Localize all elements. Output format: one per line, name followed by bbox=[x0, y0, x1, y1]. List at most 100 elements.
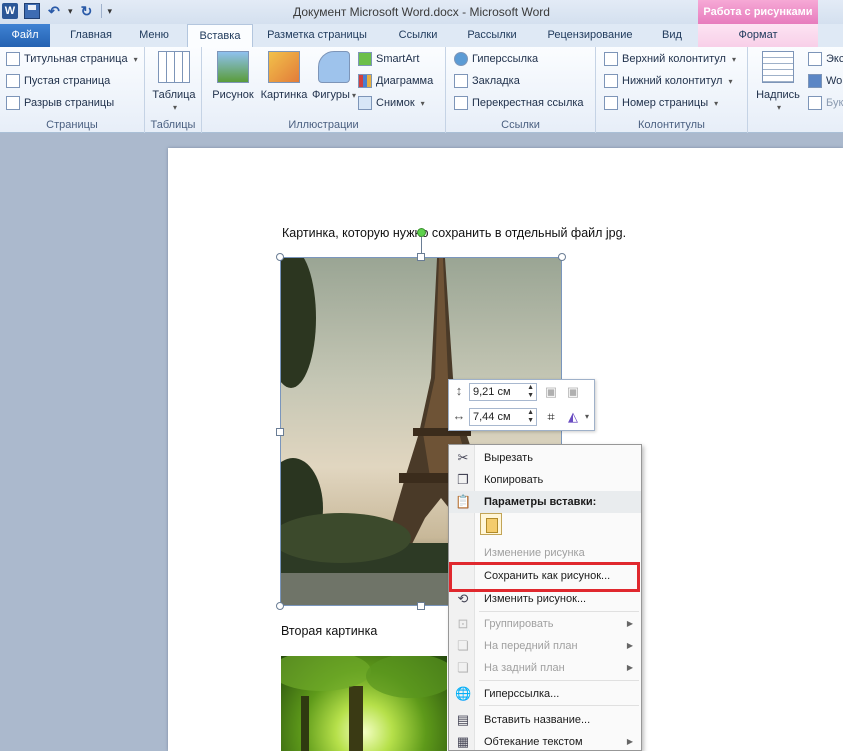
chevron-down-icon: ▾ bbox=[172, 103, 177, 112]
tab-page-layout[interactable]: Разметка страницы bbox=[258, 24, 376, 47]
cross-reference-button[interactable]: Перекрестная ссылка bbox=[454, 96, 584, 110]
chevron-down-icon: ▾ bbox=[420, 98, 425, 108]
smartart-icon bbox=[358, 52, 372, 66]
group-label-tables: Таблицы bbox=[150, 119, 196, 131]
textbox-icon bbox=[762, 51, 794, 83]
cross-reference-icon bbox=[454, 96, 468, 110]
table-button[interactable]: Таблица ▾ bbox=[151, 51, 197, 113]
shapes-button[interactable]: Фигуры ▾ bbox=[312, 51, 356, 101]
submenu-arrow-icon: ▶ bbox=[626, 737, 633, 746]
tab-references[interactable]: Ссылки bbox=[386, 24, 450, 47]
tab-home[interactable]: Главная bbox=[56, 24, 126, 47]
chevron-down-icon: ▾ bbox=[714, 98, 719, 108]
footer-icon bbox=[604, 74, 618, 88]
bring-forward-icon: ▣ bbox=[544, 384, 558, 399]
second-picture[interactable] bbox=[281, 656, 447, 751]
cover-page-icon bbox=[6, 52, 20, 66]
cover-page-button[interactable]: Титульная страница ▾ bbox=[6, 52, 138, 66]
menu-item-text-wrap[interactable]: ▦ Обтекание текстом ▶ bbox=[449, 731, 641, 751]
rotate-handle[interactable] bbox=[417, 228, 426, 237]
group-tables: Таблица ▾ Таблицы bbox=[145, 47, 202, 133]
submenu-arrow-icon: ▶ bbox=[626, 663, 633, 672]
picture-button[interactable]: Рисунок bbox=[208, 51, 258, 101]
tab-file[interactable]: Файл bbox=[0, 24, 50, 47]
tab-format[interactable]: Формат bbox=[698, 24, 818, 47]
group-text: Надпись ▾ Экс Wo Бук bbox=[748, 47, 843, 133]
page-number-icon bbox=[604, 96, 618, 110]
ribbon-tabs: Файл Главная Меню Вставка Разметка стран… bbox=[0, 24, 843, 48]
header-icon bbox=[604, 52, 618, 66]
menu-item-hyperlink[interactable]: 🌐 Гиперссылка... bbox=[449, 683, 641, 705]
bring-to-front-icon: ❏ bbox=[457, 638, 469, 653]
dropcap-button[interactable]: Бук bbox=[808, 96, 843, 110]
menu-item-bring-to-front: ❏ На передний план ▶ bbox=[449, 635, 641, 657]
resize-handle-bottom-left[interactable] bbox=[276, 602, 284, 610]
spin-arrows-icon[interactable]: ▲ ▼ bbox=[527, 384, 534, 400]
paste-option-keep-source-icon[interactable] bbox=[480, 513, 502, 535]
page-number-button[interactable]: Номер страницы ▾ bbox=[604, 96, 718, 110]
express-blocks-icon bbox=[808, 52, 822, 66]
chevron-down-icon: ▾ bbox=[133, 54, 138, 64]
blank-page-button[interactable]: Пустая страница bbox=[6, 74, 110, 88]
header-button[interactable]: Верхний колонтитул ▾ bbox=[604, 52, 736, 66]
screenshot-button[interactable]: Снимок ▾ bbox=[358, 96, 425, 110]
tab-menu[interactable]: Меню bbox=[128, 24, 180, 47]
bookmark-button[interactable]: Закладка bbox=[454, 74, 520, 88]
menu-item-insert-caption[interactable]: ▤ Вставить название... bbox=[449, 709, 641, 731]
resize-handle-top-right[interactable] bbox=[558, 253, 566, 261]
group-label-pages: Страницы bbox=[46, 119, 98, 131]
wordart-button[interactable]: Wo bbox=[808, 74, 842, 88]
caption-icon: ▤ bbox=[456, 712, 470, 727]
highlight-box bbox=[449, 562, 640, 592]
chevron-down-icon: ▾ bbox=[728, 76, 733, 86]
menu-header-paste-options: 📋 Параметры вставки: bbox=[449, 491, 641, 513]
mini-toolbar: ↕ 9,21 см ▲ ▼ ▣ ▣ ↔ 7,44 см ▲ ▼ ⌗ ◭ ▾ bbox=[448, 379, 595, 431]
tab-review[interactable]: Рецензирование bbox=[534, 24, 646, 47]
menu-separator bbox=[479, 611, 639, 612]
chevron-down-icon: ▾ bbox=[731, 54, 736, 64]
group-headers-footers: Верхний колонтитул ▾ Нижний колонтитул ▾ Н… bbox=[596, 47, 748, 133]
menu-item-cut[interactable]: ✂ Вырезать bbox=[449, 447, 641, 469]
hyperlink-button[interactable]: Гиперссылка bbox=[454, 52, 538, 66]
resize-handle-bottom[interactable] bbox=[417, 602, 425, 610]
globe-link-icon bbox=[454, 52, 468, 66]
menu-item-change-picture-disabled: Изменение рисунка bbox=[484, 547, 585, 559]
menu-item-group: ⊡ Группировать ▶ bbox=[449, 613, 641, 635]
chart-button[interactable]: Диаграмма bbox=[358, 74, 433, 88]
scissors-icon: ✂ bbox=[457, 450, 469, 465]
tab-insert[interactable]: Вставка bbox=[187, 24, 253, 48]
chevron-down-icon[interactable]: ▾ bbox=[585, 412, 589, 421]
group-illustrations: Рисунок Картинка Фигуры ▾ SmartArt Диагра… bbox=[202, 47, 446, 133]
crop-icon[interactable]: ⌗ bbox=[543, 409, 559, 425]
send-to-back-icon: ❏ bbox=[457, 660, 469, 675]
group-icon: ⊡ bbox=[457, 616, 469, 631]
screenshot-icon bbox=[358, 96, 372, 110]
smartart-button[interactable]: SmartArt bbox=[358, 52, 419, 66]
blank-page-icon bbox=[6, 74, 20, 88]
resize-handle-left[interactable] bbox=[276, 428, 284, 436]
resize-handle-top-left[interactable] bbox=[276, 253, 284, 261]
footer-button[interactable]: Нижний колонтитул ▾ bbox=[604, 74, 732, 88]
express-blocks-button[interactable]: Экс bbox=[808, 52, 843, 66]
bookmark-icon bbox=[454, 74, 468, 88]
spin-arrows-icon[interactable]: ▲ ▼ bbox=[527, 409, 534, 425]
width-spinner[interactable]: 7,44 см ▲ ▼ bbox=[469, 408, 537, 426]
clipart-button[interactable]: Картинка bbox=[258, 51, 310, 101]
page-break-button[interactable]: Разрыв страницы bbox=[6, 96, 114, 110]
forest-image bbox=[281, 656, 447, 751]
height-spinner[interactable]: 9,21 см ▲ ▼ bbox=[469, 383, 537, 401]
menu-item-copy[interactable]: ❐ Копировать bbox=[449, 469, 641, 491]
send-backward-icon: ▣ bbox=[566, 384, 580, 399]
group-label-illustrations: Иллюстрации bbox=[288, 119, 359, 131]
textbox-button[interactable]: Надпись ▾ bbox=[754, 51, 802, 113]
rotate-handle-stem bbox=[421, 237, 422, 254]
group-pages: Титульная страница ▾ Пустая страница Разр… bbox=[0, 47, 145, 133]
chevron-down-icon: ▾ bbox=[776, 103, 781, 112]
height-icon: ↕ bbox=[455, 383, 463, 398]
menu-separator bbox=[479, 705, 639, 706]
picture-styles-icon[interactable]: ◭ bbox=[565, 409, 581, 425]
tab-view[interactable]: Вид bbox=[650, 24, 694, 47]
resize-handle-top[interactable] bbox=[417, 253, 425, 261]
tab-mailings[interactable]: Рассылки bbox=[455, 24, 529, 47]
picture-tools-band: Работа с рисунками bbox=[698, 0, 818, 24]
